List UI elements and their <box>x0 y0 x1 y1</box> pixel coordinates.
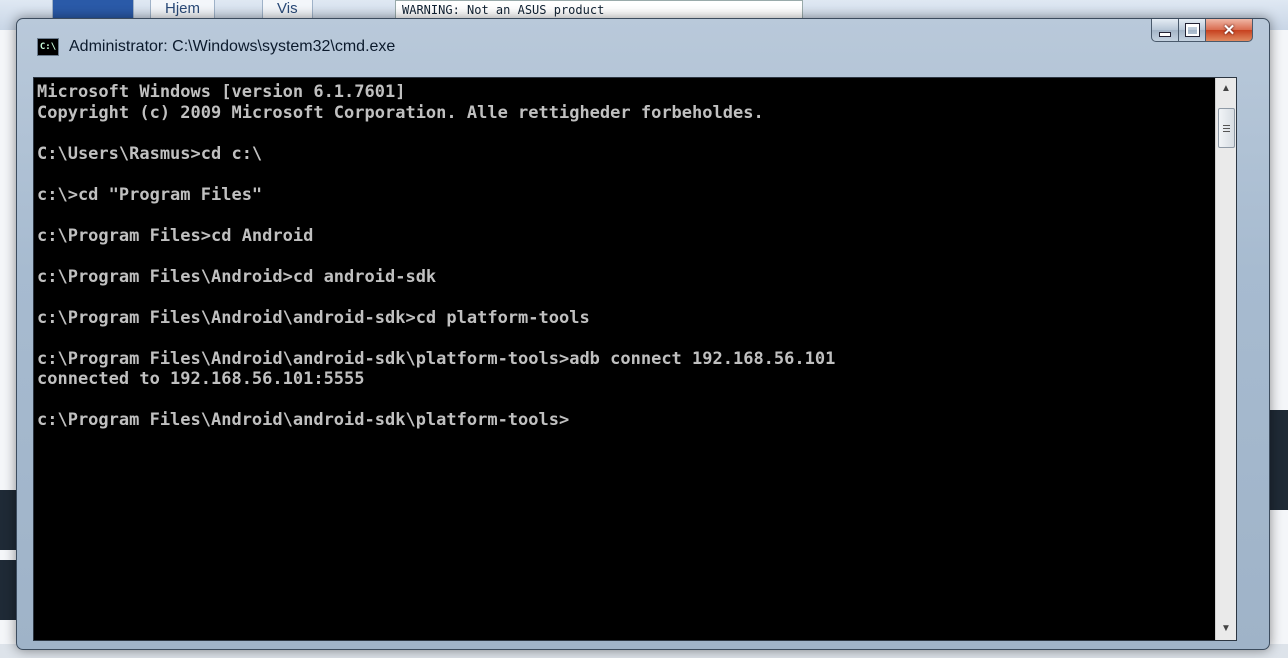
minimize-button[interactable] <box>1151 19 1179 42</box>
console-line: c:\Program Files>cd Android <box>37 225 314 246</box>
console-output[interactable]: Microsoft Windows [version 6.1.7601] Cop… <box>37 82 835 431</box>
vertical-scrollbar[interactable]: ▲ ▼ <box>1215 78 1236 640</box>
console-line: c:\Program Files\Android>cd android-sdk <box>37 266 437 287</box>
close-icon: ✕ <box>1222 21 1236 39</box>
cmd-window[interactable]: C:\ Administrator: C:\Windows\system32\c… <box>16 18 1270 650</box>
scroll-up-button[interactable]: ▲ <box>1216 78 1236 100</box>
close-button[interactable]: ✕ <box>1206 19 1253 42</box>
console-line: Copyright (c) 2009 Microsoft Corporation… <box>37 102 764 123</box>
maximize-icon <box>1184 23 1200 37</box>
console-line: connected to 192.168.56.101:5555 <box>37 369 365 389</box>
window-controls: ✕ <box>1151 19 1253 43</box>
console-line: C:\Users\Rasmus>cd c:\ <box>37 143 263 164</box>
cmd-icon[interactable]: C:\ <box>37 38 59 56</box>
console-line: Microsoft Windows [version 6.1.7601] <box>37 82 406 102</box>
console-line: c:\Program Files\Android\android-sdk\pla… <box>37 348 836 369</box>
maximize-button[interactable] <box>1179 19 1206 42</box>
console-area[interactable]: Microsoft Windows [version 6.1.7601] Cop… <box>33 77 1237 641</box>
window-title: Administrator: C:\Windows\system32\cmd.e… <box>69 38 396 55</box>
console-line: c:\>cd "Program Files" <box>37 184 263 205</box>
title-bar[interactable]: C:\ Administrator: C:\Windows\system32\c… <box>17 19 1269 63</box>
minimize-icon <box>1159 31 1171 37</box>
scroll-down-button[interactable]: ▼ <box>1216 618 1236 640</box>
scroll-thumb[interactable] <box>1218 108 1235 148</box>
console-line: c:\Program Files\Android\android-sdk>cd … <box>37 307 590 328</box>
console-line: c:\Program Files\Android\android-sdk\pla… <box>37 410 570 430</box>
